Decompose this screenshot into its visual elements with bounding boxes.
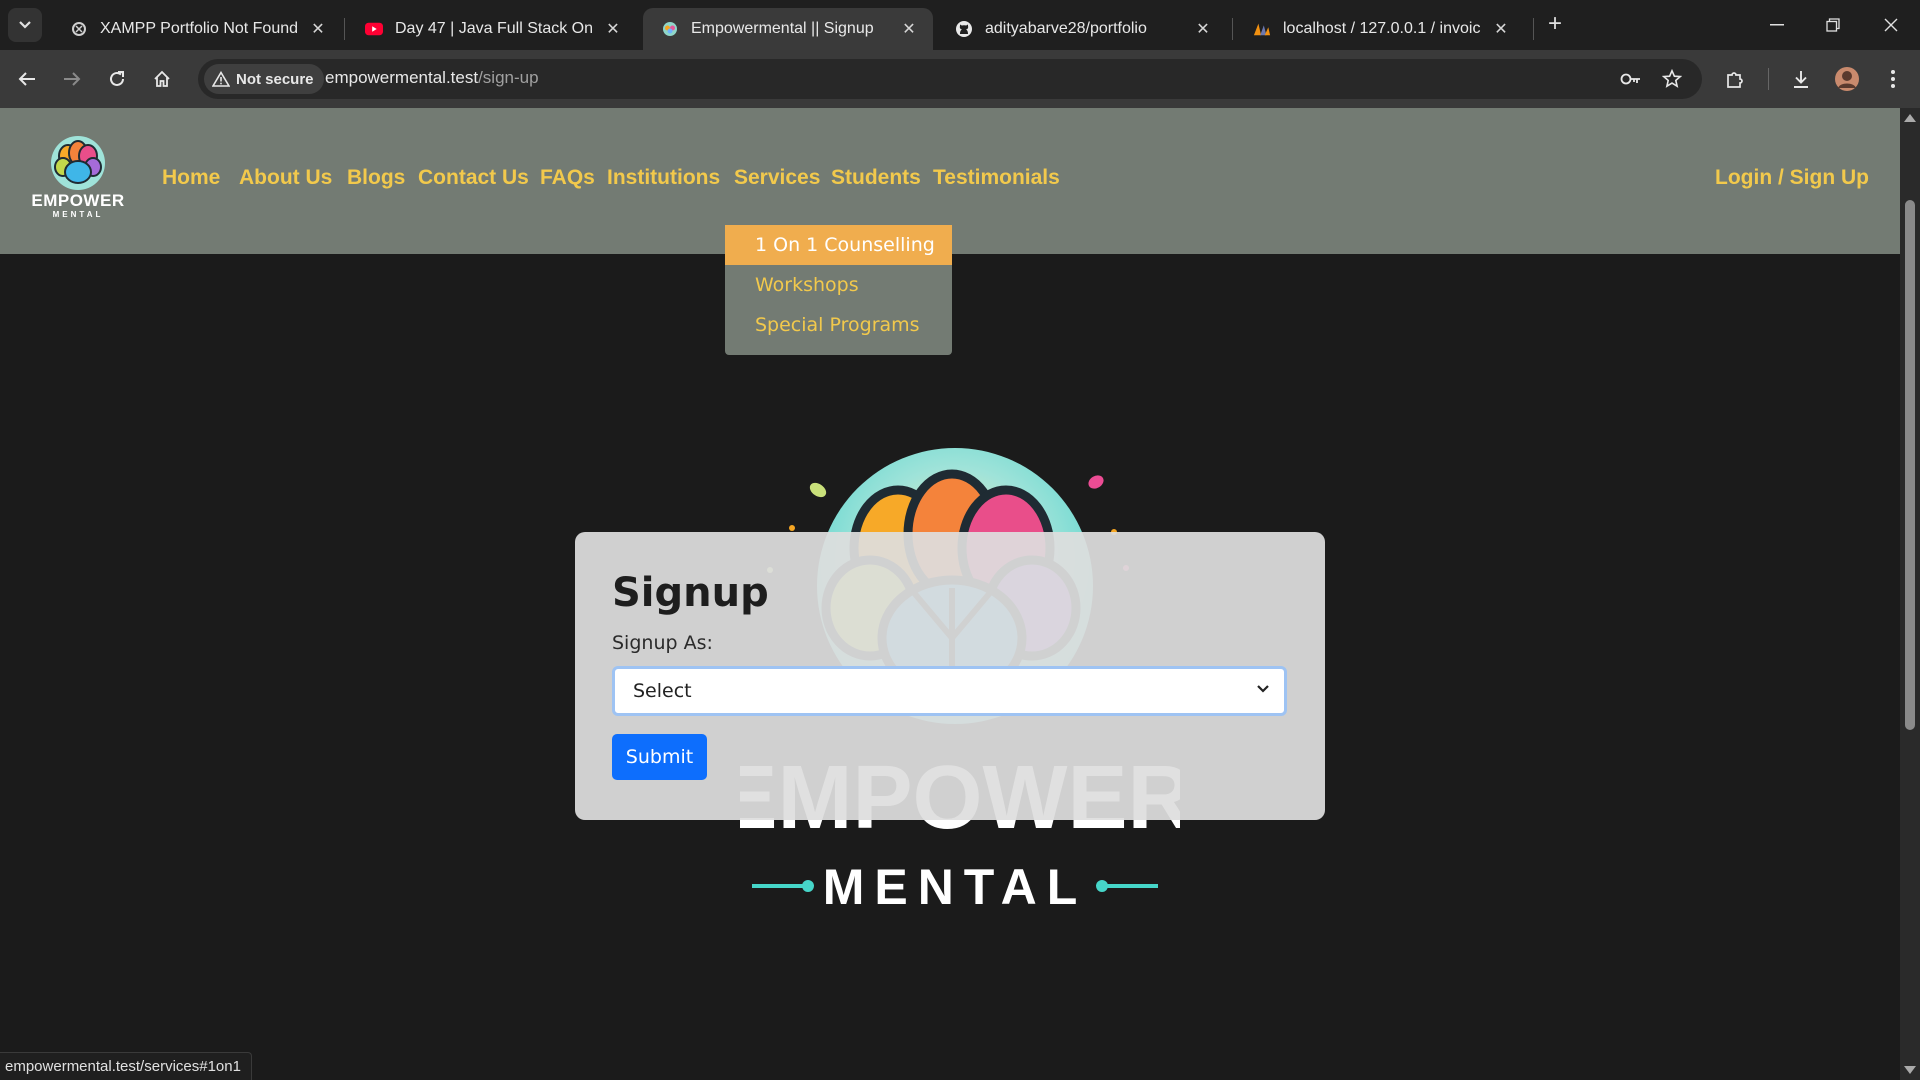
submit-button[interactable]: Submit xyxy=(612,734,707,780)
back-arrow-icon xyxy=(18,72,35,86)
scrollbar-thumb[interactable] xyxy=(1905,200,1915,730)
restore-icon xyxy=(1826,18,1840,32)
logo-word-1: EMPOWER xyxy=(31,191,125,210)
page-scrollbar[interactable] xyxy=(1900,108,1920,1080)
minimize-button[interactable] xyxy=(1754,6,1800,44)
scroll-up-arrow-icon[interactable] xyxy=(1904,114,1916,122)
menu-item-1on1-counselling[interactable]: 1 On 1 Counselling xyxy=(725,225,952,265)
close-window-button[interactable] xyxy=(1868,6,1914,44)
reload-button[interactable] xyxy=(100,62,134,96)
browser-tab-strip: XAMPP Portfolio Not Found ✕ Day 47 | Jav… xyxy=(0,0,1920,50)
download-icon xyxy=(1794,71,1808,88)
forward-button[interactable] xyxy=(55,62,89,96)
login-signup-link[interactable]: Login / Sign Up xyxy=(1715,166,1869,190)
link-status-bubble: empowermental.test/services#1on1 xyxy=(0,1052,252,1080)
back-button[interactable] xyxy=(10,62,44,96)
signup-as-selected-value: Select xyxy=(633,680,692,702)
profile-avatar[interactable] xyxy=(1830,62,1864,96)
signup-card: Signup Signup As: Select Submit xyxy=(575,532,1325,820)
toolbar-divider xyxy=(1768,68,1769,90)
nav-blogs[interactable]: Blogs xyxy=(347,166,405,190)
key-icon xyxy=(1620,73,1640,85)
downloads-button[interactable] xyxy=(1784,62,1818,96)
youtube-icon xyxy=(365,20,383,38)
close-icon[interactable]: ✕ xyxy=(308,19,328,39)
warning-icon xyxy=(212,71,230,87)
empower-favicon xyxy=(661,20,679,38)
minimize-icon xyxy=(1770,24,1784,26)
chevron-down-icon xyxy=(1257,685,1269,693)
nav-about-us[interactable]: About Us xyxy=(239,166,332,190)
phpmyadmin-icon xyxy=(1253,20,1271,38)
brain-flower-logo-icon xyxy=(51,136,105,190)
tab-separator xyxy=(1232,18,1233,40)
tab-search-button[interactable] xyxy=(8,8,42,42)
star-icon xyxy=(1662,69,1682,88)
chevron-down-icon xyxy=(19,21,31,29)
tab-phpmyadmin[interactable]: localhost / 127.0.0.1 / invoice_n ✕ xyxy=(1235,8,1525,50)
signup-as-select[interactable]: Select xyxy=(612,666,1287,716)
site-logo[interactable]: EMPOWER MENTAL xyxy=(30,134,126,228)
forward-arrow-icon xyxy=(64,72,81,86)
github-icon xyxy=(955,20,973,38)
nav-testimonials[interactable]: Testimonials xyxy=(933,166,1060,190)
home-icon xyxy=(154,70,170,87)
extensions-button[interactable] xyxy=(1718,62,1752,96)
scroll-down-arrow-icon[interactable] xyxy=(1904,1066,1916,1074)
restore-button[interactable] xyxy=(1810,6,1856,44)
reload-icon xyxy=(110,71,124,86)
password-key-button[interactable] xyxy=(1614,62,1648,96)
new-tab-button[interactable]: + xyxy=(1540,12,1570,38)
menu-item-special-programs[interactable]: Special Programs xyxy=(725,305,952,345)
nav-contact-us[interactable]: Contact Us xyxy=(418,166,529,190)
kebab-menu-icon xyxy=(1891,70,1895,88)
close-icon[interactable]: ✕ xyxy=(899,19,919,39)
nav-services[interactable]: Services xyxy=(734,166,820,190)
menu-item-workshops[interactable]: Workshops xyxy=(725,265,952,305)
services-dropdown-menu: 1 On 1 Counselling Workshops Special Pro… xyxy=(725,225,952,355)
tab-title: localhost / 127.0.0.1 / invoice_n xyxy=(1283,20,1481,37)
logo-word-2: MENTAL xyxy=(52,210,104,219)
tab-title: XAMPP Portfolio Not Found xyxy=(100,20,298,37)
signup-title: Signup xyxy=(612,570,769,616)
url-text[interactable]: empowermental.test/sign-up xyxy=(325,68,539,88)
tab-separator xyxy=(1533,18,1534,40)
close-icon[interactable]: ✕ xyxy=(603,19,623,39)
tab-title: Day 47 | Java Full Stack Online T xyxy=(395,20,593,37)
tab-empowermental[interactable]: Empowermental || Signup ✕ xyxy=(643,8,933,50)
close-icon[interactable]: ✕ xyxy=(1193,19,1213,39)
url-path: /sign-up xyxy=(478,68,539,87)
tab-separator xyxy=(344,18,345,40)
tab-title: Empowermental || Signup xyxy=(691,20,874,37)
watermark-word-2: MENTAL xyxy=(823,859,1088,915)
close-icon[interactable]: ✕ xyxy=(1491,19,1511,39)
tab-github[interactable]: adityabarve28/portfolio ✕ xyxy=(937,8,1227,50)
security-chip[interactable]: Not secure xyxy=(204,64,324,94)
url-host: empowermental.test xyxy=(325,68,479,87)
bookmark-button[interactable] xyxy=(1655,62,1689,96)
xampp-icon xyxy=(70,20,88,38)
browser-menu-button[interactable] xyxy=(1876,62,1910,96)
nav-institutions[interactable]: Institutions xyxy=(607,166,720,190)
nav-students[interactable]: Students xyxy=(831,166,921,190)
close-icon xyxy=(1884,18,1898,32)
tab-youtube[interactable]: Day 47 | Java Full Stack Online T ✕ xyxy=(347,8,637,50)
avatar-icon xyxy=(1835,67,1859,91)
tab-title: adityabarve28/portfolio xyxy=(985,20,1147,37)
nav-faqs[interactable]: FAQs xyxy=(540,166,595,190)
page-viewport: EMPOWER MENTAL Signup Signup As: Select … xyxy=(0,108,1900,1080)
nav-home[interactable]: Home xyxy=(162,166,220,190)
signup-as-label: Signup As: xyxy=(612,632,713,654)
home-button[interactable] xyxy=(145,62,179,96)
security-label: Not secure xyxy=(236,70,314,88)
tab-xampp[interactable]: XAMPP Portfolio Not Found ✕ xyxy=(52,8,342,50)
puzzle-icon xyxy=(1727,72,1743,88)
